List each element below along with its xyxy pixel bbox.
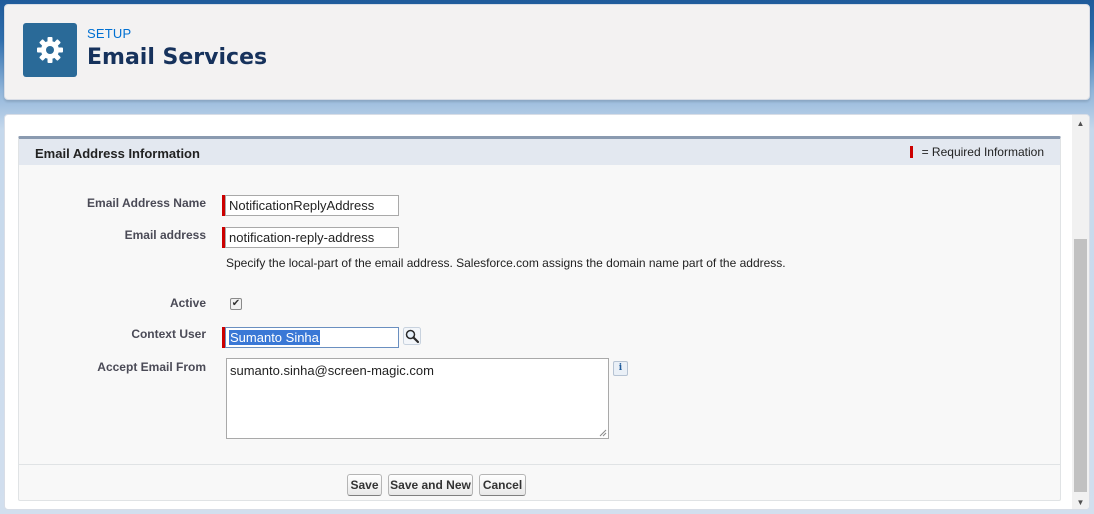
cancel-button[interactable]: Cancel	[479, 474, 526, 496]
email-address-field-wrap: notification-reply-address	[222, 227, 399, 248]
active-checkbox[interactable]: ✔	[230, 298, 242, 310]
context-user-field-wrap: Sumanto Sinha	[222, 327, 399, 348]
gear-icon	[23, 23, 77, 77]
context-user-input[interactable]: Sumanto Sinha	[225, 327, 399, 348]
info-icon[interactable]: i	[613, 361, 628, 376]
section-header: Email Address Information = Required Inf…	[19, 139, 1060, 165]
magnifier-icon[interactable]	[403, 327, 421, 345]
email-address-name-field-wrap: NotificationReplyAddress	[222, 195, 399, 216]
save-button[interactable]: Save	[347, 474, 382, 496]
email-address-label: Email address	[124, 228, 206, 242]
divider	[19, 464, 1060, 465]
email-address-name-label: Email Address Name	[87, 196, 206, 210]
vertical-scrollbar[interactable]: ▲ ▼	[1072, 115, 1089, 509]
active-label: Active	[169, 296, 206, 310]
breadcrumb[interactable]: SETUP	[87, 26, 131, 41]
page-header: SETUP Email Services	[4, 4, 1090, 100]
email-address-input[interactable]: notification-reply-address	[225, 227, 399, 248]
context-user-label: Context User	[131, 327, 206, 341]
resize-grip-icon[interactable]	[599, 429, 607, 437]
required-legend: = Required Information	[909, 145, 1044, 159]
accept-email-from-label: Accept Email From	[97, 360, 206, 374]
scroll-up-icon[interactable]: ▲	[1072, 115, 1089, 132]
required-marker	[909, 146, 913, 158]
main-content: Email Address Information = Required Inf…	[4, 114, 1090, 510]
required-legend-text: = Required Information	[921, 145, 1044, 159]
section-title: Email Address Information	[35, 146, 200, 161]
scroll-thumb[interactable]	[1074, 239, 1087, 492]
save-and-new-button[interactable]: Save and New	[388, 474, 473, 496]
email-address-name-input[interactable]: NotificationReplyAddress	[225, 195, 399, 216]
accept-email-from-value: sumanto.sinha@screen-magic.com	[230, 363, 434, 378]
context-user-value: Sumanto Sinha	[229, 330, 320, 345]
accept-email-from-textarea[interactable]: sumanto.sinha@screen-magic.com	[226, 358, 609, 439]
scroll-down-icon[interactable]: ▼	[1072, 494, 1089, 509]
page-title: Email Services	[87, 45, 268, 70]
email-address-help-text: Specify the local-part of the email addr…	[226, 256, 786, 270]
email-address-panel: Email Address Information = Required Inf…	[18, 136, 1061, 501]
